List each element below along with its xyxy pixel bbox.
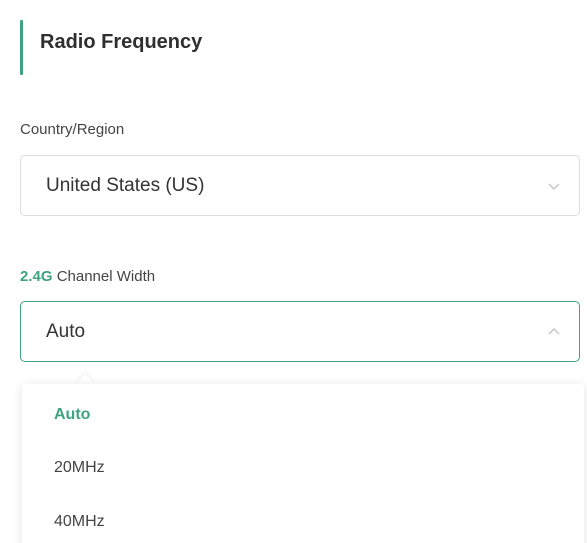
chevron-down-icon <box>548 183 560 190</box>
option-auto[interactable]: Auto <box>54 406 90 424</box>
country-region-value: United States (US) <box>46 174 205 196</box>
option-20mhz[interactable]: 20MHz <box>54 459 105 477</box>
channel-width-label-text: Channel Width <box>52 268 156 285</box>
section-title: Radio Frequency <box>40 31 203 53</box>
channel-width-label: 2.4G Channel Width <box>20 268 155 285</box>
section-accent-bar <box>20 20 23 75</box>
channel-width-select[interactable]: Auto <box>20 301 580 362</box>
channel-width-value: Auto <box>46 320 86 342</box>
channel-width-band: 2.4G <box>20 268 53 285</box>
chevron-up-icon <box>548 327 560 334</box>
channel-width-dropdown: Auto 20MHz 40MHz <box>22 384 584 543</box>
radio-frequency-panel: Radio Frequency Country/Region United St… <box>0 0 587 543</box>
country-region-select[interactable]: United States (US) <box>20 155 580 216</box>
option-40mhz[interactable]: 40MHz <box>54 513 105 531</box>
country-region-label: Country/Region <box>20 121 125 138</box>
